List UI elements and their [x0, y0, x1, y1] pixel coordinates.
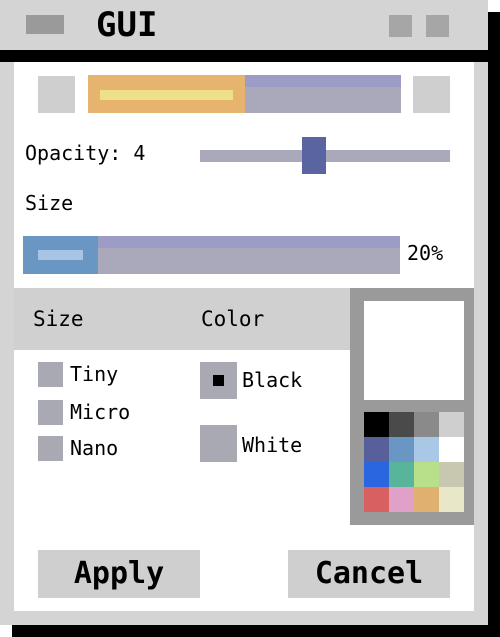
nano-label: Nano: [70, 436, 119, 460]
nano-checkbox[interactable]: [38, 436, 63, 461]
palette-swatch[interactable]: [439, 487, 464, 512]
scroll-right-button[interactable]: [413, 76, 450, 113]
white-radio[interactable]: [200, 425, 237, 462]
apply-button-label: Apply: [73, 556, 165, 591]
palette-swatch[interactable]: [389, 437, 414, 462]
palette-swatch[interactable]: [414, 412, 439, 437]
micro-label: Micro: [70, 400, 131, 424]
maximize-icon[interactable]: [426, 15, 449, 37]
palette-swatch[interactable]: [364, 487, 389, 512]
opacity-label: Opacity: 4: [25, 141, 146, 165]
palette-swatch[interactable]: [439, 437, 464, 462]
palette-swatch[interactable]: [364, 412, 389, 437]
title-bar[interactable]: GUI: [0, 0, 488, 50]
window-menu-icon[interactable]: [26, 15, 64, 34]
tiny-label: Tiny: [70, 362, 119, 386]
apply-button[interactable]: Apply: [38, 550, 200, 598]
size-options-header: Size: [33, 307, 84, 331]
palette-swatch[interactable]: [389, 462, 414, 487]
white-label: White: [242, 433, 303, 457]
cancel-button[interactable]: Cancel: [288, 550, 450, 598]
palette-swatch[interactable]: [414, 487, 439, 512]
color-preview: [364, 301, 464, 400]
opacity-slider-thumb[interactable]: [302, 137, 326, 174]
black-radio[interactable]: [200, 362, 237, 399]
content-panel: Opacity: 4 Size 20% Size Color Tiny Micr…: [14, 62, 474, 611]
size-percent-label: 20%: [407, 241, 444, 265]
palette-swatch[interactable]: [389, 412, 414, 437]
palette-swatch-grid: [364, 412, 464, 512]
top-selector-track[interactable]: [88, 75, 401, 113]
size-slider-fill: [23, 236, 99, 274]
top-selector-fill-highlight: [100, 90, 233, 100]
top-selector-fill: [88, 75, 245, 113]
palette-swatch[interactable]: [439, 412, 464, 437]
window-title: GUI: [96, 5, 158, 45]
color-options-header: Color: [201, 307, 265, 331]
palette-swatch[interactable]: [364, 437, 389, 462]
micro-checkbox[interactable]: [38, 400, 63, 425]
palette-swatch[interactable]: [364, 462, 389, 487]
tiny-checkbox[interactable]: [38, 362, 63, 387]
size-slider-label: Size: [25, 191, 74, 215]
size-slider-fill-highlight: [38, 250, 84, 260]
palette-swatch[interactable]: [439, 462, 464, 487]
palette-swatch[interactable]: [389, 487, 414, 512]
radio-selected-dot: [213, 375, 224, 386]
palette-swatch[interactable]: [414, 437, 439, 462]
size-slider-track[interactable]: [23, 236, 400, 274]
minimize-icon[interactable]: [389, 15, 412, 37]
black-label: Black: [242, 368, 303, 392]
palette-swatch[interactable]: [414, 462, 439, 487]
cancel-button-label: Cancel: [314, 556, 424, 591]
scroll-left-button[interactable]: [38, 76, 75, 113]
palette-panel: [350, 288, 474, 525]
title-separator: [0, 50, 488, 62]
